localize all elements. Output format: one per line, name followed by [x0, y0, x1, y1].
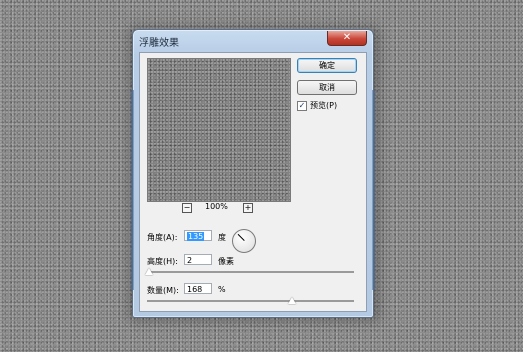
amount-input[interactable]: 168 — [184, 283, 212, 294]
amount-value: 168 — [187, 285, 203, 294]
height-value: 2 — [187, 256, 193, 265]
dialog-body: − 100% + 确定 取消 ✓ 预览(P) 角度(A): 135 度 高度(H… — [139, 52, 367, 312]
height-unit: 像素 — [218, 257, 234, 266]
angle-dial[interactable] — [232, 229, 256, 253]
window-edge-right — [372, 90, 375, 290]
height-slider[interactable] — [145, 268, 354, 275]
height-slider-thumb[interactable] — [145, 268, 154, 275]
preview-checkbox[interactable]: ✓ — [297, 101, 307, 111]
zoom-out-button[interactable]: − — [182, 203, 192, 213]
angle-unit: 度 — [218, 233, 226, 242]
amount-slider-thumb[interactable] — [287, 297, 296, 304]
height-input[interactable]: 2 — [184, 254, 212, 265]
zoom-controls: − 100% + — [147, 202, 289, 215]
minus-icon: − — [183, 203, 191, 212]
amount-slider[interactable] — [147, 297, 354, 304]
close-button[interactable]: ✕ — [327, 31, 367, 46]
close-icon: ✕ — [342, 32, 352, 43]
cancel-button[interactable]: 取消 — [297, 80, 357, 95]
angle-label: 角度(A): — [147, 233, 178, 242]
height-slider-track — [147, 271, 354, 273]
window-edge-left — [131, 90, 134, 290]
angle-value: 135 — [187, 232, 205, 241]
title-bar[interactable]: 浮雕效果 ✕ — [133, 30, 373, 52]
angle-input[interactable]: 135 — [184, 230, 212, 241]
filter-preview[interactable] — [147, 58, 291, 202]
amount-label: 数量(M): — [147, 286, 179, 295]
height-label: 高度(H): — [147, 257, 178, 266]
zoom-in-button[interactable]: + — [243, 203, 253, 213]
amount-slider-track — [147, 300, 354, 302]
dial-indicator — [237, 233, 245, 241]
plus-icon: + — [244, 203, 252, 212]
preview-label: 预览(P) — [310, 101, 338, 110]
dialog-title: 浮雕效果 — [139, 38, 179, 49]
emboss-dialog: 浮雕效果 ✕ − 100% + 确定 取消 ✓ 预览(P) 角度(A): 135 — [131, 29, 375, 318]
amount-unit: % — [218, 285, 226, 294]
zoom-level: 100% — [205, 202, 228, 211]
check-icon: ✓ — [298, 101, 306, 110]
ok-button[interactable]: 确定 — [297, 58, 357, 73]
